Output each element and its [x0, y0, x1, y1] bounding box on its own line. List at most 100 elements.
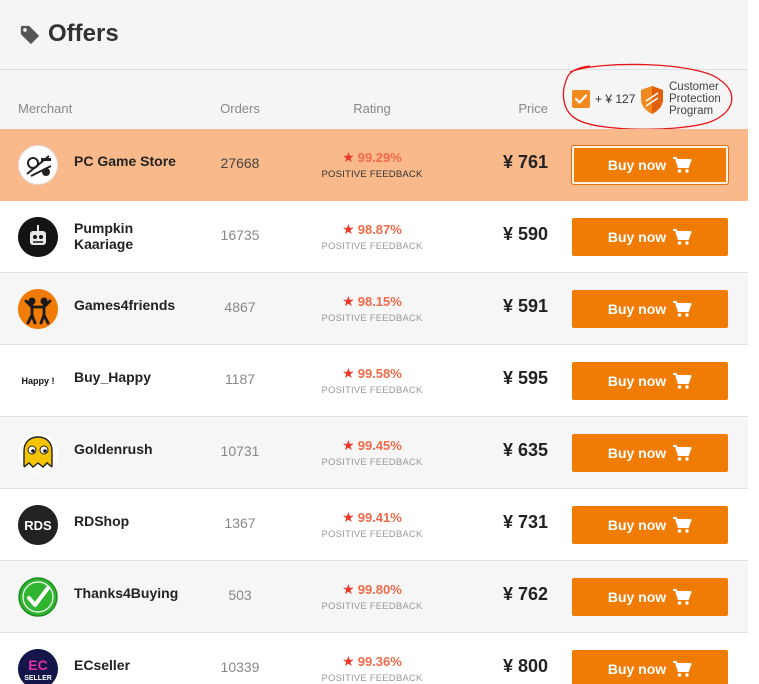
price: ¥ 635	[502, 440, 548, 460]
feedback-label: POSITIVE FEEDBACK	[321, 457, 423, 468]
offer-row: PC Game Store 27668 ★ 99.29% POSITIVE FEE…	[0, 129, 748, 201]
buy-now-button[interactable]: Buy now	[572, 434, 728, 472]
buy-now-label: Buy now	[607, 157, 667, 173]
offer-row: Goldenrush 10731 ★ 99.45% POSITIVE FEEDBA…	[0, 417, 748, 489]
rating: ★ 98.87% POSITIVE FEEDBACK	[310, 221, 434, 252]
orders-count: 10339	[220, 659, 260, 675]
star-icon: ★	[342, 509, 355, 525]
price: ¥ 591	[502, 296, 548, 316]
merchant-name[interactable]: RDShop	[74, 513, 184, 529]
orders-count: 1187	[224, 371, 256, 387]
star-icon: ★	[342, 149, 355, 165]
rating-percent: 98.15%	[357, 294, 402, 309]
orders-count: 16735	[220, 227, 260, 243]
page-title: Offers	[48, 20, 119, 47]
rating-percent: 99.41%	[357, 510, 402, 525]
rds-logo-text: RDS	[24, 518, 52, 533]
cart-icon	[673, 229, 692, 245]
rating-column-header: Rating	[353, 101, 391, 116]
feedback-label: POSITIVE FEEDBACK	[321, 313, 423, 324]
star-icon: ★	[342, 293, 355, 309]
offers-panel: Offers Merchant Orders Rating Price + ¥ …	[0, 0, 749, 684]
offer-row: Pumpkin Kaariage 16735 ★ 98.87% POSITIVE …	[0, 201, 748, 273]
star-icon: ★	[342, 221, 355, 237]
protection-label: Customer Protection Program	[669, 81, 721, 117]
buy-now-button[interactable]: Buy now	[572, 578, 728, 616]
star-icon: ★	[342, 365, 355, 381]
merchant-name[interactable]: PC Game Store	[74, 153, 184, 169]
cart-icon	[673, 157, 692, 173]
cart-icon	[673, 445, 692, 461]
rds-logo-icon: RDS	[18, 505, 58, 545]
feedback-label: POSITIVE FEEDBACK	[321, 529, 423, 540]
rating: ★ 99.58% POSITIVE FEEDBACK	[310, 365, 434, 396]
rating: ★ 98.15% POSITIVE FEEDBACK	[310, 293, 434, 324]
rating-percent: 99.36%	[357, 654, 402, 669]
feedback-label: POSITIVE FEEDBACK	[321, 673, 423, 684]
orders-column-header: Orders	[220, 101, 260, 116]
rating: ★ 99.80% POSITIVE FEEDBACK	[310, 581, 434, 612]
buy-now-button[interactable]: Buy now	[572, 650, 728, 684]
friends-icon	[18, 289, 58, 329]
merchant-name[interactable]: Pumpkin Kaariage	[74, 220, 184, 252]
merchant-name[interactable]: Games4friends	[74, 297, 184, 313]
orders-count: 503	[228, 587, 252, 603]
buy-now-button[interactable]: Buy now	[572, 506, 728, 544]
merchant-name[interactable]: ECseller	[74, 657, 184, 673]
rating: ★ 99.41% POSITIVE FEEDBACK	[310, 509, 434, 540]
feedback-label: POSITIVE FEEDBACK	[321, 169, 423, 180]
protection-amount: + ¥ 127	[595, 92, 636, 106]
ec-logo-text: EC	[28, 657, 47, 673]
checkmark-icon	[574, 94, 588, 104]
orders-count: 4867	[224, 299, 256, 315]
orders-count: 1367	[224, 515, 256, 531]
cart-icon	[673, 301, 692, 317]
buy-now-label: Buy now	[607, 445, 667, 461]
feedback-label: POSITIVE FEEDBACK	[321, 601, 423, 612]
price: ¥ 762	[502, 584, 548, 604]
rating: ★ 99.45% POSITIVE FEEDBACK	[310, 437, 434, 468]
feedback-label: POSITIVE FEEDBACK	[321, 385, 423, 396]
pumpkin-icon	[18, 217, 58, 257]
happy-logo-text: Happy !	[21, 376, 54, 386]
ghost-icon	[18, 433, 58, 473]
offers-header: Offers	[0, 0, 748, 70]
merchant-name[interactable]: Thanks4Buying	[74, 585, 184, 601]
orders-count: 27668	[220, 155, 260, 171]
cart-icon	[673, 517, 692, 533]
buy-now-label: Buy now	[607, 517, 667, 533]
rating-percent: 99.29%	[357, 150, 402, 165]
buy-now-button[interactable]: Buy now	[572, 290, 728, 328]
buy-now-label: Buy now	[607, 229, 667, 245]
ec-seller-logo-icon: EC SELLER	[18, 649, 58, 684]
merchant-name[interactable]: Buy_Happy	[74, 369, 184, 385]
tag-icon	[20, 25, 40, 45]
happy-logo-icon: Happy !	[18, 361, 58, 401]
cart-icon	[673, 661, 692, 677]
buy-now-label: Buy now	[607, 589, 667, 605]
rating-percent: 99.80%	[357, 582, 402, 597]
rating-percent: 98.87%	[357, 222, 402, 237]
star-icon: ★	[342, 437, 355, 453]
steam-logo-icon	[18, 145, 58, 185]
checkmark-icon	[18, 577, 58, 617]
cart-icon	[673, 589, 692, 605]
buy-now-button[interactable]: Buy now	[572, 146, 728, 184]
buy-now-button[interactable]: Buy now	[572, 218, 728, 256]
offer-row: EC SELLER ECseller 10339 ★ 99.36% POSITIV…	[0, 633, 748, 684]
buy-now-button[interactable]: Buy now	[572, 362, 728, 400]
price-column-header: Price	[518, 101, 548, 116]
star-icon: ★	[342, 653, 355, 669]
merchant-name[interactable]: Goldenrush	[74, 441, 184, 457]
offer-row: Happy ! Buy_Happy 1187 ★ 99.58% POSITIVE …	[0, 345, 748, 417]
seller-logo-text: SELLER	[24, 675, 52, 682]
page-scrollbar-area[interactable]	[748, 0, 759, 684]
price: ¥ 761	[502, 152, 548, 172]
buy-now-label: Buy now	[607, 301, 667, 317]
protection-checkbox[interactable]	[572, 90, 590, 108]
offer-row: Thanks4Buying 503 ★ 99.80% POSITIVE FEEDB…	[0, 561, 748, 633]
cart-icon	[673, 373, 692, 389]
price: ¥ 800	[502, 656, 548, 676]
rating-percent: 99.45%	[357, 438, 402, 453]
shield-icon	[641, 86, 663, 114]
